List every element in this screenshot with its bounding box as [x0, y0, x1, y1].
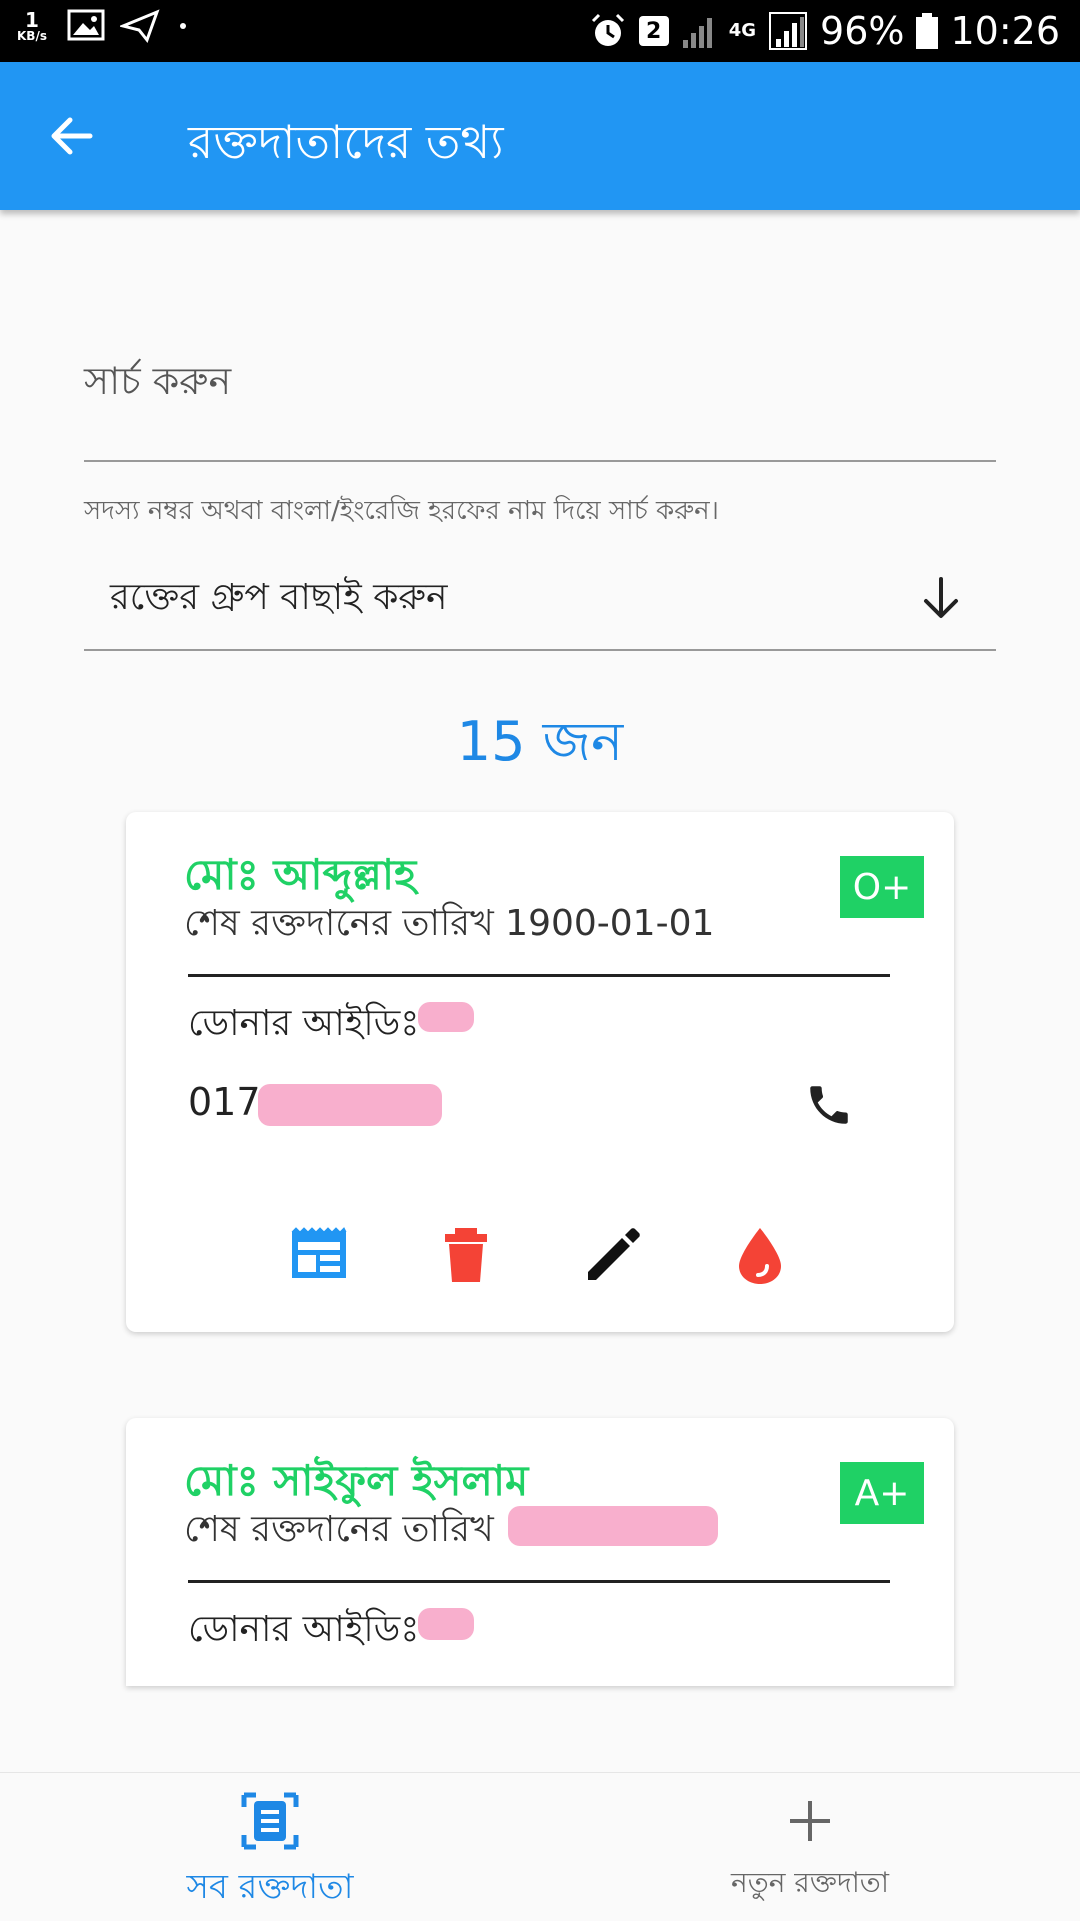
call-button[interactable] — [804, 1080, 854, 1130]
last-donation-date: 1900-01-01 — [505, 903, 715, 944]
nav-new-donor-label: নতুন রক্তদাতা — [731, 1866, 889, 1899]
delete-button[interactable] — [433, 1222, 499, 1288]
blood-group-badge: A+ — [840, 1462, 924, 1524]
back-button[interactable] — [42, 106, 102, 166]
donor-id: ডোনার আইডিঃ — [188, 996, 419, 1056]
last-donation-label: শেষ রক্তদানের তারিখ — [184, 1509, 494, 1550]
bottom-navigation: সব রক্তদাতা নতুন রক্তদাতা — [0, 1772, 1080, 1920]
donate-button[interactable] — [727, 1222, 793, 1288]
signal-icon — [682, 18, 712, 48]
add-icon — [790, 1801, 830, 1841]
blood-group-select[interactable]: রক্তের গ্রুপ বাছাই করুন — [84, 555, 996, 651]
donor-card[interactable]: মোঃ সাইফুল ইসলাম শেষ রক্তদানের তারিখ A+ … — [126, 1418, 954, 1686]
dot-icon — [180, 23, 186, 29]
divider — [188, 974, 890, 977]
phone-number: 017 — [188, 1080, 261, 1124]
edit-button[interactable] — [580, 1222, 646, 1288]
network-speed: 1 KB/s — [12, 10, 52, 42]
search-helper-text: সদস্য নম্বর অথবা বাংলা/ইংরেজি হরফের নাম … — [84, 496, 719, 526]
signal-strength-icon — [769, 12, 808, 50]
nav-all-donors[interactable]: সব রক্তদাতা — [0, 1773, 540, 1921]
donor-id: ডোনার আইডিঃ — [188, 1602, 419, 1662]
blood-drop-icon — [739, 1228, 781, 1284]
speed-value: 1 — [25, 8, 39, 32]
status-bar: 1 KB/s 2 4G 96% 10:26 — [0, 0, 1080, 62]
nav-all-donors-label: সব রক্তদাতা — [186, 1867, 354, 1907]
redacted-date — [508, 1506, 718, 1546]
search-label: সার্চ করুন — [84, 359, 232, 403]
last-donation: শেষ রক্তদানের তারিখ — [184, 1502, 494, 1562]
battery-percent: 96% — [820, 9, 905, 53]
battery-icon — [916, 13, 939, 49]
donor-count: 15 জন — [456, 710, 624, 773]
redacted-phone — [258, 1084, 442, 1126]
search-input[interactable] — [84, 410, 996, 462]
edit-icon — [588, 1228, 640, 1280]
status-left: 1 KB/s — [12, 8, 186, 44]
send-icon — [120, 9, 160, 44]
details-button[interactable] — [286, 1222, 352, 1288]
speed-unit: KB/s — [17, 29, 47, 43]
last-donation-label: শেষ রক্তদানের তারিখ — [184, 903, 494, 944]
status-right: 2 4G 96% 10:26 — [589, 0, 1060, 62]
sim-badge: 2 — [638, 16, 669, 46]
donor-card[interactable]: মোঃ আব্দুল্লাহ শেষ রক্তদানের তারিখ 1900-… — [126, 812, 954, 1332]
donor-id-label: ডোনার আইডিঃ — [188, 1003, 420, 1044]
gallery-icon — [67, 9, 105, 41]
redacted-donor-id — [418, 1608, 474, 1640]
delete-icon — [445, 1228, 487, 1282]
arrow-back-icon — [51, 117, 93, 155]
arrow-down-icon — [924, 577, 958, 618]
redacted-donor-id — [418, 1002, 474, 1032]
divider — [188, 1580, 890, 1583]
phone-icon — [810, 1086, 848, 1124]
details-icon — [291, 1227, 347, 1278]
list-icon — [241, 1792, 299, 1850]
blood-group-badge: O+ — [840, 856, 924, 918]
last-donation: শেষ রক্তদানের তারিখ 1900-01-01 — [184, 896, 714, 956]
app-bar: রক্তদাতাদের তথ্য — [0, 62, 1080, 210]
donor-id-label: ডোনার আইডিঃ — [188, 1609, 420, 1650]
alarm-icon — [591, 13, 624, 46]
phone-prefix: 017 — [188, 1080, 261, 1124]
page-title: রক্তদাতাদের তথ্য — [188, 115, 504, 169]
network-type: 4G — [728, 20, 757, 41]
nav-new-donor[interactable]: নতুন রক্তদাতা — [540, 1773, 1080, 1921]
clock: 10:26 — [950, 9, 1060, 53]
blood-group-select-label: রক্তের গ্রুপ বাছাই করুন — [110, 577, 448, 618]
